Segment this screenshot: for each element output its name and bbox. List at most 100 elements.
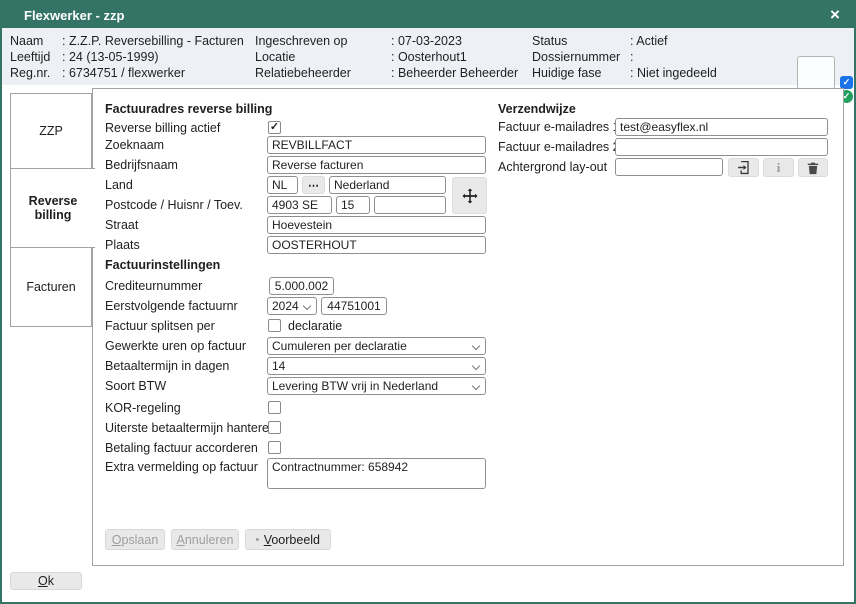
reverse-billing-actief-label: Reverse billing actief [105,119,220,137]
factuur-splitsen-label: Factuur splitsen per [105,317,215,335]
status-value: Actief [630,33,668,49]
bedrijfsnaam-label: Bedrijfsnaam [105,156,178,174]
email2-label: Factuur e-mailadres 2 [498,138,620,156]
locatie-value: Oosterhout1 [391,49,467,65]
uiterste-betaaltermijn-checkbox[interactable] [268,421,281,434]
section-title-factuuradres: Factuuradres reverse billing [105,101,272,117]
postcode-label: Postcode / Huisnr / Toev. [105,196,243,214]
gewerkte-uren-value: Cumuleren per declaratie [272,339,407,353]
email2-input[interactable] [615,138,828,156]
land-label: Land [105,176,133,194]
window-title: Flexwerker - zzp [24,8,124,23]
achtergrond-import-button[interactable] [728,158,759,177]
header-column-3: Status Actief Dossiernummer Huidige fase… [532,33,717,81]
achtergrond-layout-input[interactable] [615,158,723,176]
regnr-value: 6734751 / flexwerker [62,65,185,81]
flexwerker-window: Flexwerker - zzp × Naam Z.Z.P. Reversebi… [0,0,856,604]
huidige-fase-value: Niet ingedeeld [630,65,717,81]
voorbeeld-label: Voorbeeld [264,533,320,547]
chevron-down-icon [472,362,480,370]
land-naam-input[interactable] [329,176,446,194]
tab-reverse-billing[interactable]: Reverse billing [10,168,95,248]
factuurnr-jaar-value: 2024 [272,299,299,313]
zoeknaam-input[interactable] [267,136,486,154]
betaaltermijn-select[interactable]: 14 [267,357,486,375]
factuurnr-jaar-select[interactable]: 2024 [267,297,317,315]
header-row-status: Status Actief [532,33,717,49]
factuurnr-label: Eerstvolgende factuurnr [105,297,238,315]
checkmark-icon: ✓ [270,122,279,133]
tab-facturen-label: Facturen [21,280,81,294]
move-icon [461,187,479,205]
header-column-2: Ingeschreven op 07-03-2023 Locatie Ooste… [255,33,518,81]
tab-facturen[interactable]: Facturen [10,247,92,327]
gewerkte-uren-select[interactable]: Cumuleren per declaratie [267,337,486,355]
annuleren-label: Annuleren [177,533,234,547]
preview-document-icon: a [256,533,259,546]
uiterste-betaaltermijn-label: Uiterste betaaltermijn hanteren [105,419,276,437]
relatiebeheerder-label: Relatiebeheerder [255,65,391,81]
plaats-input[interactable] [267,236,486,254]
header-row-relatiebeheerder: Relatiebeheerder Beheerder Beheerder [255,65,518,81]
bedrijfsnaam-input[interactable] [267,156,486,174]
chevron-down-icon [303,302,311,310]
locatie-label: Locatie [255,49,391,65]
toevoeging-input[interactable] [374,196,446,214]
betaling-accorderen-label: Betaling factuur accorderen [105,439,258,457]
ingeschreven-label: Ingeschreven op [255,33,391,49]
soort-btw-label: Soort BTW [105,377,166,395]
soort-btw-select[interactable]: Levering BTW vrij in Nederland [267,377,486,395]
land-code-input[interactable] [267,176,298,194]
header-row-ingeschreven: Ingeschreven op 07-03-2023 [255,33,518,49]
header-row-regnr: Reg.nr. 6734751 / flexwerker [10,65,244,81]
tab-zzp[interactable]: ZZP [10,93,92,169]
land-lookup-button[interactable]: ⋯ [302,176,325,194]
tab-reverse-billing-label: Reverse billing [23,194,83,222]
huidige-fase-label: Huidige fase [532,65,630,81]
regnr-label: Reg.nr. [10,65,62,81]
section-title-factuurinstellingen: Factuurinstellingen [105,257,220,273]
kor-regeling-checkbox[interactable] [268,401,281,414]
naam-label: Naam [10,33,62,49]
trash-icon [806,161,820,175]
ok-button[interactable]: Ok [10,572,82,590]
dossiernummer-value [630,49,637,65]
crediteurnummer-input[interactable] [269,277,334,295]
email1-input[interactable] [615,118,828,136]
gewerkte-uren-label: Gewerkte uren op factuur [105,337,246,355]
header-row-huidige-fase: Huidige fase Niet ingedeeld [532,65,717,81]
chevron-down-icon [472,342,480,350]
reverse-billing-actief-checkbox[interactable]: ✓ [268,121,281,134]
email1-label: Factuur e-mailadres 1 [498,118,620,136]
factuurnr-input[interactable] [321,297,387,315]
achtergrond-delete-button[interactable] [798,158,828,177]
section-title-verzendwijze: Verzendwijze [498,101,576,117]
huisnr-input[interactable] [336,196,370,214]
factuur-splitsen-checkbox[interactable] [268,319,281,332]
leeftijd-label: Leeftijd [10,49,62,65]
kor-regeling-label: KOR-regeling [105,399,181,417]
opslaan-button[interactable]: Opslaan [105,529,165,550]
svg-text:a: a [257,539,258,541]
betaling-accorderen-checkbox[interactable] [268,441,281,454]
achtergrond-info-button[interactable]: i [763,158,794,177]
extra-vermelding-textarea[interactable]: Contractnummer: 658942 [267,458,486,489]
postcode-input[interactable] [267,196,332,214]
header-row-naam: Naam Z.Z.P. Reversebilling - Facturen [10,33,244,49]
leeftijd-value: 24 (13-05-1999) [62,49,159,65]
header-column-1: Naam Z.Z.P. Reversebilling - Facturen Le… [10,33,244,81]
declaratie-option-label: declaratie [288,317,342,335]
tab-zzp-label: ZZP [21,124,81,138]
straat-label: Straat [105,216,138,234]
achtergrond-layout-label: Achtergrond lay-out [498,158,607,176]
address-move-button[interactable] [452,177,487,214]
extra-vermelding-label: Extra vermelding op factuur [105,458,258,476]
straat-input[interactable] [267,216,486,234]
header-row-leeftijd: Leeftijd 24 (13-05-1999) [10,49,244,65]
crediteurnummer-label: Crediteurnummer [105,277,202,295]
close-icon[interactable]: × [822,2,848,28]
annuleren-button[interactable]: Annuleren [171,529,239,550]
title-bar: Flexwerker - zzp × [2,2,854,28]
info-icon: i [777,160,781,176]
voorbeeld-button[interactable]: a Voorbeeld [245,529,331,550]
